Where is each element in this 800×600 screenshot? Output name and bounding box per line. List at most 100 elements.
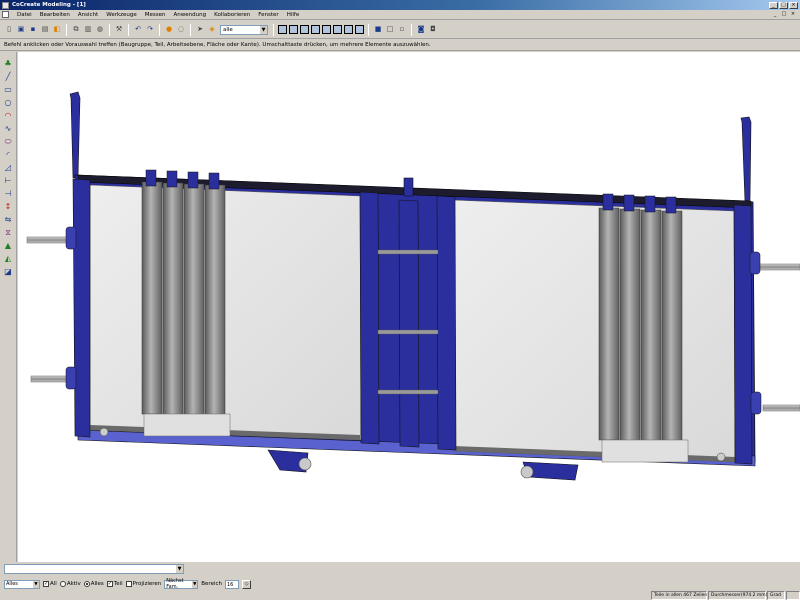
radio-active[interactable]: Aktiv <box>59 581 81 587</box>
spline-icon[interactable]: ∿ <box>3 123 14 134</box>
paste-icon[interactable]: ▥ <box>83 25 93 35</box>
checkbox-checked-icon[interactable]: ✓ <box>106 581 113 587</box>
menu-bearbeiten[interactable]: Bearbeiten <box>36 12 74 18</box>
menu-kollaborieren[interactable]: Kollaborieren <box>210 12 254 18</box>
ellipse-icon[interactable]: ⬭ <box>3 136 14 147</box>
left-roller <box>183 183 205 417</box>
check-all-label: All <box>50 581 57 587</box>
tree-icon[interactable]: ♣ <box>3 58 14 69</box>
view-select[interactable]: alle ▼ <box>220 24 268 35</box>
radio-icon[interactable] <box>59 581 66 587</box>
doc-close-button[interactable]: × <box>789 11 797 18</box>
scope-select[interactable]: Alles ▼ <box>4 579 40 589</box>
open-folder-icon[interactable]: ▣ <box>16 25 26 35</box>
info-icon[interactable]: ◌ <box>176 25 186 35</box>
right-edge-post <box>733 204 753 465</box>
redo-icon[interactable]: ↷ <box>145 25 155 35</box>
right-bottom-rod <box>762 404 800 412</box>
menu-anwendung[interactable]: Anwendung <box>170 12 211 18</box>
fillet-icon[interactable]: ◜ <box>3 149 14 160</box>
menu-ansicht[interactable]: Ansicht <box>74 12 102 18</box>
left-hinge <box>65 366 77 390</box>
status-indicator <box>786 590 800 600</box>
menu-hilfe[interactable]: Hilfe <box>283 12 304 18</box>
dimension-icon[interactable]: ↕ <box>3 201 14 212</box>
section-icon[interactable]: ◙ <box>416 25 426 35</box>
chevron-down-icon[interactable]: ▼ <box>33 580 39 588</box>
center-post-right <box>436 195 457 451</box>
render-icon[interactable]: ◘ <box>428 25 438 35</box>
right-hinge <box>749 251 761 275</box>
shaded-icon[interactable]: ■ <box>373 25 383 35</box>
checkbox-icon[interactable] <box>125 581 132 587</box>
zoom-out-icon[interactable] <box>311 25 320 34</box>
bottom-foot-right-pin <box>520 465 534 479</box>
extrude-icon[interactable]: ▲ <box>3 240 14 251</box>
right-roller-clamp <box>623 194 635 212</box>
boolean-icon[interactable]: ◪ <box>3 266 14 277</box>
doc-restore-button[interactable]: □ <box>780 11 788 18</box>
range-apply-button[interactable]: ◇ <box>242 579 251 589</box>
view-iso-icon[interactable] <box>355 25 364 34</box>
line-icon[interactable]: ╱ <box>3 71 14 82</box>
right-hinge <box>750 391 762 415</box>
chamfer-icon[interactable]: ◿ <box>3 162 14 173</box>
checkbox-checked-icon[interactable]: ✓ <box>43 581 49 587</box>
delete-icon[interactable]: ◍ <box>95 25 105 35</box>
range-input[interactable]: 16 <box>225 579 239 589</box>
copy-icon[interactable]: ⧉ <box>71 25 81 35</box>
check-projizieren[interactable]: Projizieren <box>125 581 161 587</box>
3d-viewport[interactable] <box>18 52 800 562</box>
chevron-down-icon[interactable]: ▼ <box>192 580 198 588</box>
select-filter-icon[interactable]: ◈ <box>207 25 217 35</box>
print-icon[interactable]: ▤ <box>40 25 50 35</box>
zoom-window-icon[interactable] <box>289 25 298 34</box>
rotate-icon[interactable] <box>333 25 342 34</box>
view-front-icon[interactable] <box>344 25 353 34</box>
trim-icon[interactable]: ⊢ <box>3 175 14 186</box>
check-all[interactable]: ✓ All <box>43 581 57 587</box>
zoom-in-icon[interactable] <box>300 25 309 34</box>
left-roller-clamp <box>166 170 178 188</box>
mirror-icon[interactable]: ⇋ <box>3 214 14 225</box>
chevron-down-icon[interactable]: ▼ <box>176 565 183 573</box>
toolbar-separator <box>368 23 369 36</box>
document-icon[interactable] <box>2 11 9 18</box>
chevron-down-icon[interactable]: ▼ <box>260 25 267 34</box>
menu-datei[interactable]: Datei <box>13 12 36 18</box>
right-roller-clamp <box>665 196 677 214</box>
left-roller <box>141 181 163 415</box>
save-icon[interactable]: ▪ <box>28 25 38 35</box>
check-teil[interactable]: ✓ Teil <box>106 581 123 587</box>
help-icon[interactable]: ● <box>164 25 174 35</box>
revolve-icon[interactable]: ◭ <box>3 253 14 264</box>
load-icon[interactable]: ◧ <box>52 25 62 35</box>
doc-minimize-button[interactable]: _ <box>771 11 779 18</box>
menu-werkzeuge[interactable]: Werkzeuge <box>102 12 141 18</box>
radio-selected-icon[interactable] <box>83 581 90 587</box>
minimize-button[interactable]: _ <box>769 1 778 9</box>
extend-icon[interactable]: ⊣ <box>3 188 14 199</box>
menu-fenster[interactable]: Fenster <box>254 12 282 18</box>
command-input[interactable]: ▼ <box>4 564 184 574</box>
menu-messen[interactable]: Messen <box>141 12 170 18</box>
menu-bar: Datei Bearbeiten Ansicht Werkzeuge Messe… <box>0 10 800 20</box>
center-crossbar-middle <box>377 329 439 335</box>
radio-alles[interactable]: Alles <box>83 581 104 587</box>
maximize-button[interactable]: □ <box>779 1 788 9</box>
circle-icon[interactable]: ○ <box>3 97 14 108</box>
center-post-left <box>359 191 380 445</box>
hidden-line-icon[interactable]: ▫ <box>397 25 407 35</box>
undo-icon[interactable]: ↶ <box>133 25 143 35</box>
offset-icon[interactable]: ⧖ <box>3 227 14 238</box>
arc-icon[interactable]: ◠ <box>3 110 14 121</box>
new-file-icon[interactable]: ▯ <box>4 25 14 35</box>
close-button[interactable]: × <box>789 1 798 9</box>
select-arrow-icon[interactable]: ➤ <box>195 25 205 35</box>
next-family-select[interactable]: Nächst Fam. ▼ <box>164 578 199 590</box>
pan-icon[interactable] <box>322 25 331 34</box>
rectangle-icon[interactable]: ▭ <box>3 84 14 95</box>
zoom-fit-icon[interactable] <box>278 25 287 34</box>
tools-icon[interactable]: ⚒ <box>114 25 124 35</box>
wireframe-icon[interactable]: □ <box>385 25 395 35</box>
